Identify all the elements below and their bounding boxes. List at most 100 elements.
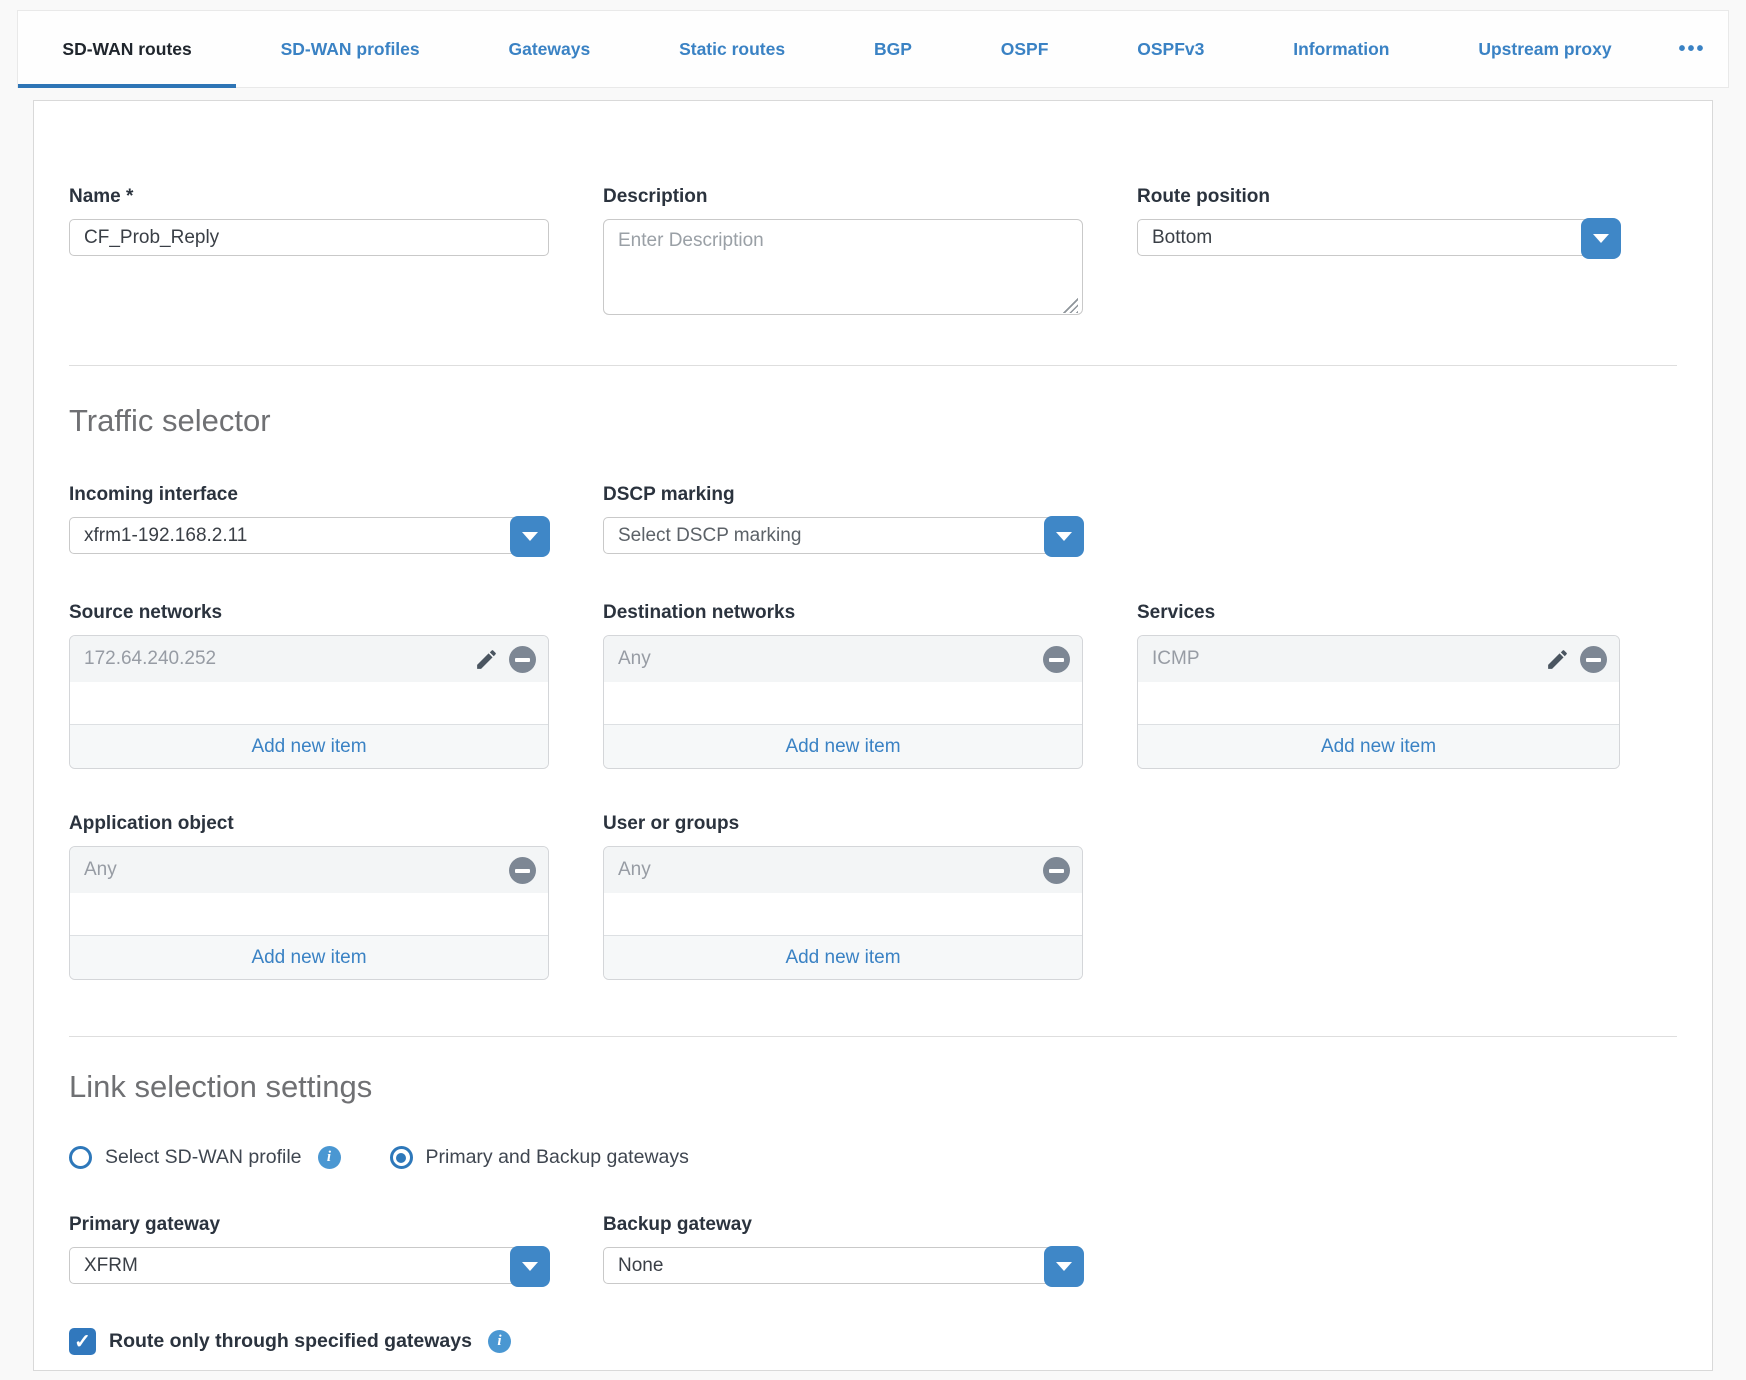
application-users-row: Application object Any Add new item User… bbox=[69, 813, 1677, 980]
remove-icon[interactable] bbox=[1043, 646, 1070, 673]
list-item-text: ICMP bbox=[1152, 648, 1545, 670]
list-empty-area bbox=[604, 893, 1082, 935]
dscp-marking-field-group: DSCP marking Select DSCP marking bbox=[603, 484, 1083, 554]
destination-networks-group: Destination networks Any Add new item bbox=[603, 602, 1083, 769]
tab-bgp[interactable]: BGP bbox=[830, 11, 957, 87]
name-input[interactable] bbox=[69, 219, 549, 256]
divider bbox=[69, 1036, 1677, 1037]
list-empty-area bbox=[70, 893, 548, 935]
services-list: ICMP Add new item bbox=[1137, 635, 1620, 769]
description-textarea[interactable] bbox=[603, 219, 1083, 315]
general-fields-row: Name * Description Route position Bottom bbox=[69, 186, 1677, 320]
dscp-marking-label: DSCP marking bbox=[603, 484, 1083, 506]
destination-networks-list: Any Add new item bbox=[603, 635, 1083, 769]
route-position-label: Route position bbox=[1137, 186, 1620, 208]
tab-upstream-proxy[interactable]: Upstream proxy bbox=[1434, 11, 1656, 87]
radio-label: Primary and Backup gateways bbox=[426, 1146, 689, 1169]
dscp-marking-value: Select DSCP marking bbox=[618, 525, 801, 547]
dropdown-button[interactable] bbox=[1044, 1246, 1084, 1287]
chevron-down-icon bbox=[1056, 532, 1072, 541]
radio-select-sdwan-profile[interactable]: Select SD-WAN profile bbox=[69, 1146, 302, 1169]
destination-networks-label: Destination networks bbox=[603, 602, 1083, 624]
tab-bar: SD-WAN routes SD-WAN profiles Gateways S… bbox=[17, 10, 1729, 88]
networks-services-row: Source networks 172.64.240.252 Add new i… bbox=[69, 602, 1677, 769]
link-selection-radio-row: Select SD-WAN profile i Primary and Back… bbox=[69, 1146, 1677, 1169]
dscp-marking-select[interactable]: Select DSCP marking bbox=[603, 517, 1083, 554]
list-item-text: Any bbox=[84, 859, 509, 881]
name-label: Name * bbox=[69, 186, 549, 208]
application-object-list: Any Add new item bbox=[69, 846, 549, 980]
radio-icon[interactable] bbox=[69, 1146, 92, 1169]
source-networks-list: 172.64.240.252 Add new item bbox=[69, 635, 549, 769]
add-new-item-button[interactable]: Add new item bbox=[70, 724, 548, 768]
description-label: Description bbox=[603, 186, 1083, 208]
link-selection-heading: Link selection settings bbox=[69, 1070, 1677, 1104]
interface-dscp-row: Incoming interface xfrm1-192.168.2.11 DS… bbox=[69, 484, 1677, 554]
route-position-value: Bottom bbox=[1152, 227, 1212, 249]
backup-gateway-value: None bbox=[618, 1255, 663, 1277]
list-item: 172.64.240.252 bbox=[70, 636, 548, 682]
more-tabs-button[interactable]: ••• bbox=[1656, 11, 1728, 87]
user-or-groups-group: User or groups Any Add new item bbox=[603, 813, 1083, 980]
add-new-item-button[interactable]: Add new item bbox=[604, 935, 1082, 979]
info-icon[interactable]: i bbox=[318, 1146, 341, 1169]
dropdown-button[interactable] bbox=[510, 1246, 550, 1287]
route-only-checkbox-row: ✓ Route only through specified gateways … bbox=[69, 1328, 1677, 1355]
tab-sdwan-routes[interactable]: SD-WAN routes bbox=[18, 11, 236, 87]
dropdown-button[interactable] bbox=[510, 516, 550, 557]
backup-gateway-label: Backup gateway bbox=[603, 1214, 1083, 1236]
remove-icon[interactable] bbox=[509, 646, 536, 673]
edit-icon[interactable] bbox=[474, 647, 499, 672]
application-object-label: Application object bbox=[69, 813, 549, 835]
chevron-down-icon bbox=[1056, 1262, 1072, 1271]
checkbox-checked-icon[interactable]: ✓ bbox=[69, 1328, 96, 1355]
traffic-selector-heading: Traffic selector bbox=[69, 404, 1677, 438]
info-icon[interactable]: i bbox=[488, 1330, 511, 1353]
radio-label: Select SD-WAN profile bbox=[105, 1146, 302, 1169]
primary-gateway-select[interactable]: XFRM bbox=[69, 1247, 549, 1284]
remove-icon[interactable] bbox=[509, 857, 536, 884]
chevron-down-icon bbox=[522, 532, 538, 541]
description-field-group: Description bbox=[603, 186, 1083, 320]
chevron-down-icon bbox=[522, 1262, 538, 1271]
add-new-item-button[interactable]: Add new item bbox=[70, 935, 548, 979]
source-networks-group: Source networks 172.64.240.252 Add new i… bbox=[69, 602, 549, 769]
list-empty-area bbox=[1138, 682, 1619, 724]
remove-icon[interactable] bbox=[1043, 857, 1070, 884]
dropdown-button[interactable] bbox=[1044, 516, 1084, 557]
source-networks-label: Source networks bbox=[69, 602, 549, 624]
edit-icon[interactable] bbox=[1545, 647, 1570, 672]
backup-gateway-select[interactable]: None bbox=[603, 1247, 1083, 1284]
user-or-groups-list: Any Add new item bbox=[603, 846, 1083, 980]
incoming-interface-select[interactable]: xfrm1-192.168.2.11 bbox=[69, 517, 549, 554]
tab-sdwan-profiles[interactable]: SD-WAN profiles bbox=[236, 11, 464, 87]
route-position-field-group: Route position Bottom bbox=[1137, 186, 1620, 256]
incoming-interface-field-group: Incoming interface xfrm1-192.168.2.11 bbox=[69, 484, 549, 554]
radio-primary-backup-gateways[interactable]: Primary and Backup gateways bbox=[390, 1146, 689, 1169]
list-item-text: Any bbox=[618, 648, 1043, 670]
primary-gateway-label: Primary gateway bbox=[69, 1214, 549, 1236]
name-field-group: Name * bbox=[69, 186, 549, 256]
list-item-text: Any bbox=[618, 859, 1043, 881]
add-new-item-button[interactable]: Add new item bbox=[604, 724, 1082, 768]
list-empty-area bbox=[70, 682, 548, 724]
route-position-select[interactable]: Bottom bbox=[1137, 219, 1620, 256]
dropdown-button[interactable] bbox=[1581, 218, 1621, 259]
tab-static-routes[interactable]: Static routes bbox=[635, 11, 830, 87]
sdwan-route-form-panel: Name * Description Route position Bottom… bbox=[33, 100, 1713, 1371]
radio-icon-selected[interactable] bbox=[390, 1146, 413, 1169]
tab-ospfv3[interactable]: OSPFv3 bbox=[1093, 11, 1249, 87]
tab-gateways[interactable]: Gateways bbox=[464, 11, 635, 87]
application-object-group: Application object Any Add new item bbox=[69, 813, 549, 980]
incoming-interface-label: Incoming interface bbox=[69, 484, 549, 506]
list-item: Any bbox=[70, 847, 548, 893]
list-item: Any bbox=[604, 847, 1082, 893]
services-group: Services ICMP Add new item bbox=[1137, 602, 1620, 769]
primary-gateway-group: Primary gateway XFRM bbox=[69, 1214, 549, 1284]
tab-information[interactable]: Information bbox=[1249, 11, 1434, 87]
remove-icon[interactable] bbox=[1580, 646, 1607, 673]
services-label: Services bbox=[1137, 602, 1620, 624]
primary-gateway-value: XFRM bbox=[84, 1255, 138, 1277]
tab-ospf[interactable]: OSPF bbox=[956, 11, 1093, 87]
add-new-item-button[interactable]: Add new item bbox=[1138, 724, 1619, 768]
